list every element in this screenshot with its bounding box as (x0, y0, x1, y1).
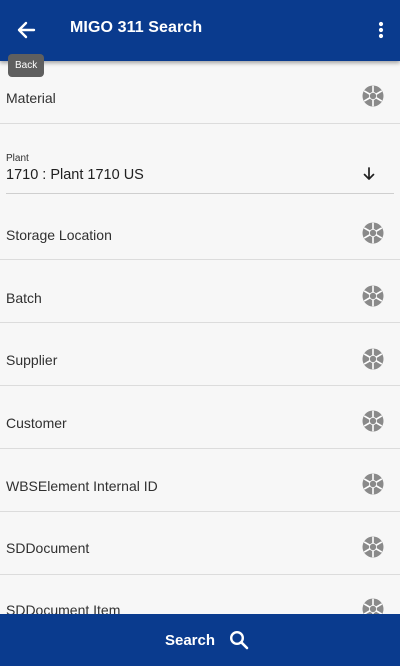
search-button[interactable]: Search (0, 614, 400, 666)
app-window: MIGO 311 Search Back Material Plant 1710… (0, 0, 400, 666)
field-wbs-element[interactable]: WBSElement Internal ID (0, 449, 400, 512)
field-sd-document[interactable]: SDDocument (0, 512, 400, 575)
field-label: Storage Location (6, 227, 112, 243)
search-icon (230, 630, 249, 650)
field-label: SDDocument (6, 540, 90, 556)
back-tooltip: Back (8, 54, 45, 77)
app-header: MIGO 311 Search (0, 0, 400, 61)
field-material[interactable]: Material (0, 61, 400, 124)
field-batch[interactable]: Batch (0, 260, 400, 323)
field-label: WBSElement Internal ID (6, 478, 158, 494)
more-menu-button[interactable] (368, 14, 394, 46)
barcode-scan-icon[interactable] (362, 285, 384, 307)
plant-label: Plant (6, 153, 29, 164)
field-label: Batch (6, 290, 42, 306)
back-button[interactable] (6, 10, 46, 50)
barcode-scan-icon[interactable] (362, 410, 384, 432)
barcode-scan-icon[interactable] (362, 222, 384, 244)
field-customer[interactable]: Customer (0, 386, 400, 449)
field-plant[interactable] (0, 124, 400, 196)
search-button-label: Search (164, 631, 216, 649)
barcode-scan-icon[interactable] (362, 536, 384, 558)
arrow-down-icon[interactable] (361, 166, 377, 182)
page-title: MIGO 311 Search (70, 19, 203, 36)
field-label: Supplier (6, 352, 58, 368)
search-form: Material Plant 1710 : Plant 1710 US Stor… (0, 61, 400, 614)
barcode-scan-icon[interactable] (362, 598, 384, 614)
plant-dropdown-value[interactable]: 1710 : Plant 1710 US (6, 167, 144, 183)
field-label: Material (6, 90, 56, 106)
arrow-left-icon (17, 21, 36, 39)
field-supplier[interactable]: Supplier (0, 323, 400, 386)
field-label: SDDocument Item (6, 602, 121, 614)
more-vertical-icon (378, 21, 384, 39)
field-sd-document-item[interactable]: SDDocument Item (0, 575, 400, 614)
barcode-scan-icon[interactable] (362, 473, 384, 495)
field-label: Customer (6, 415, 67, 431)
plant-underline (6, 193, 394, 194)
barcode-scan-icon[interactable] (362, 348, 384, 370)
barcode-scan-icon[interactable] (362, 85, 384, 107)
field-storage-location[interactable]: Storage Location (0, 197, 400, 260)
